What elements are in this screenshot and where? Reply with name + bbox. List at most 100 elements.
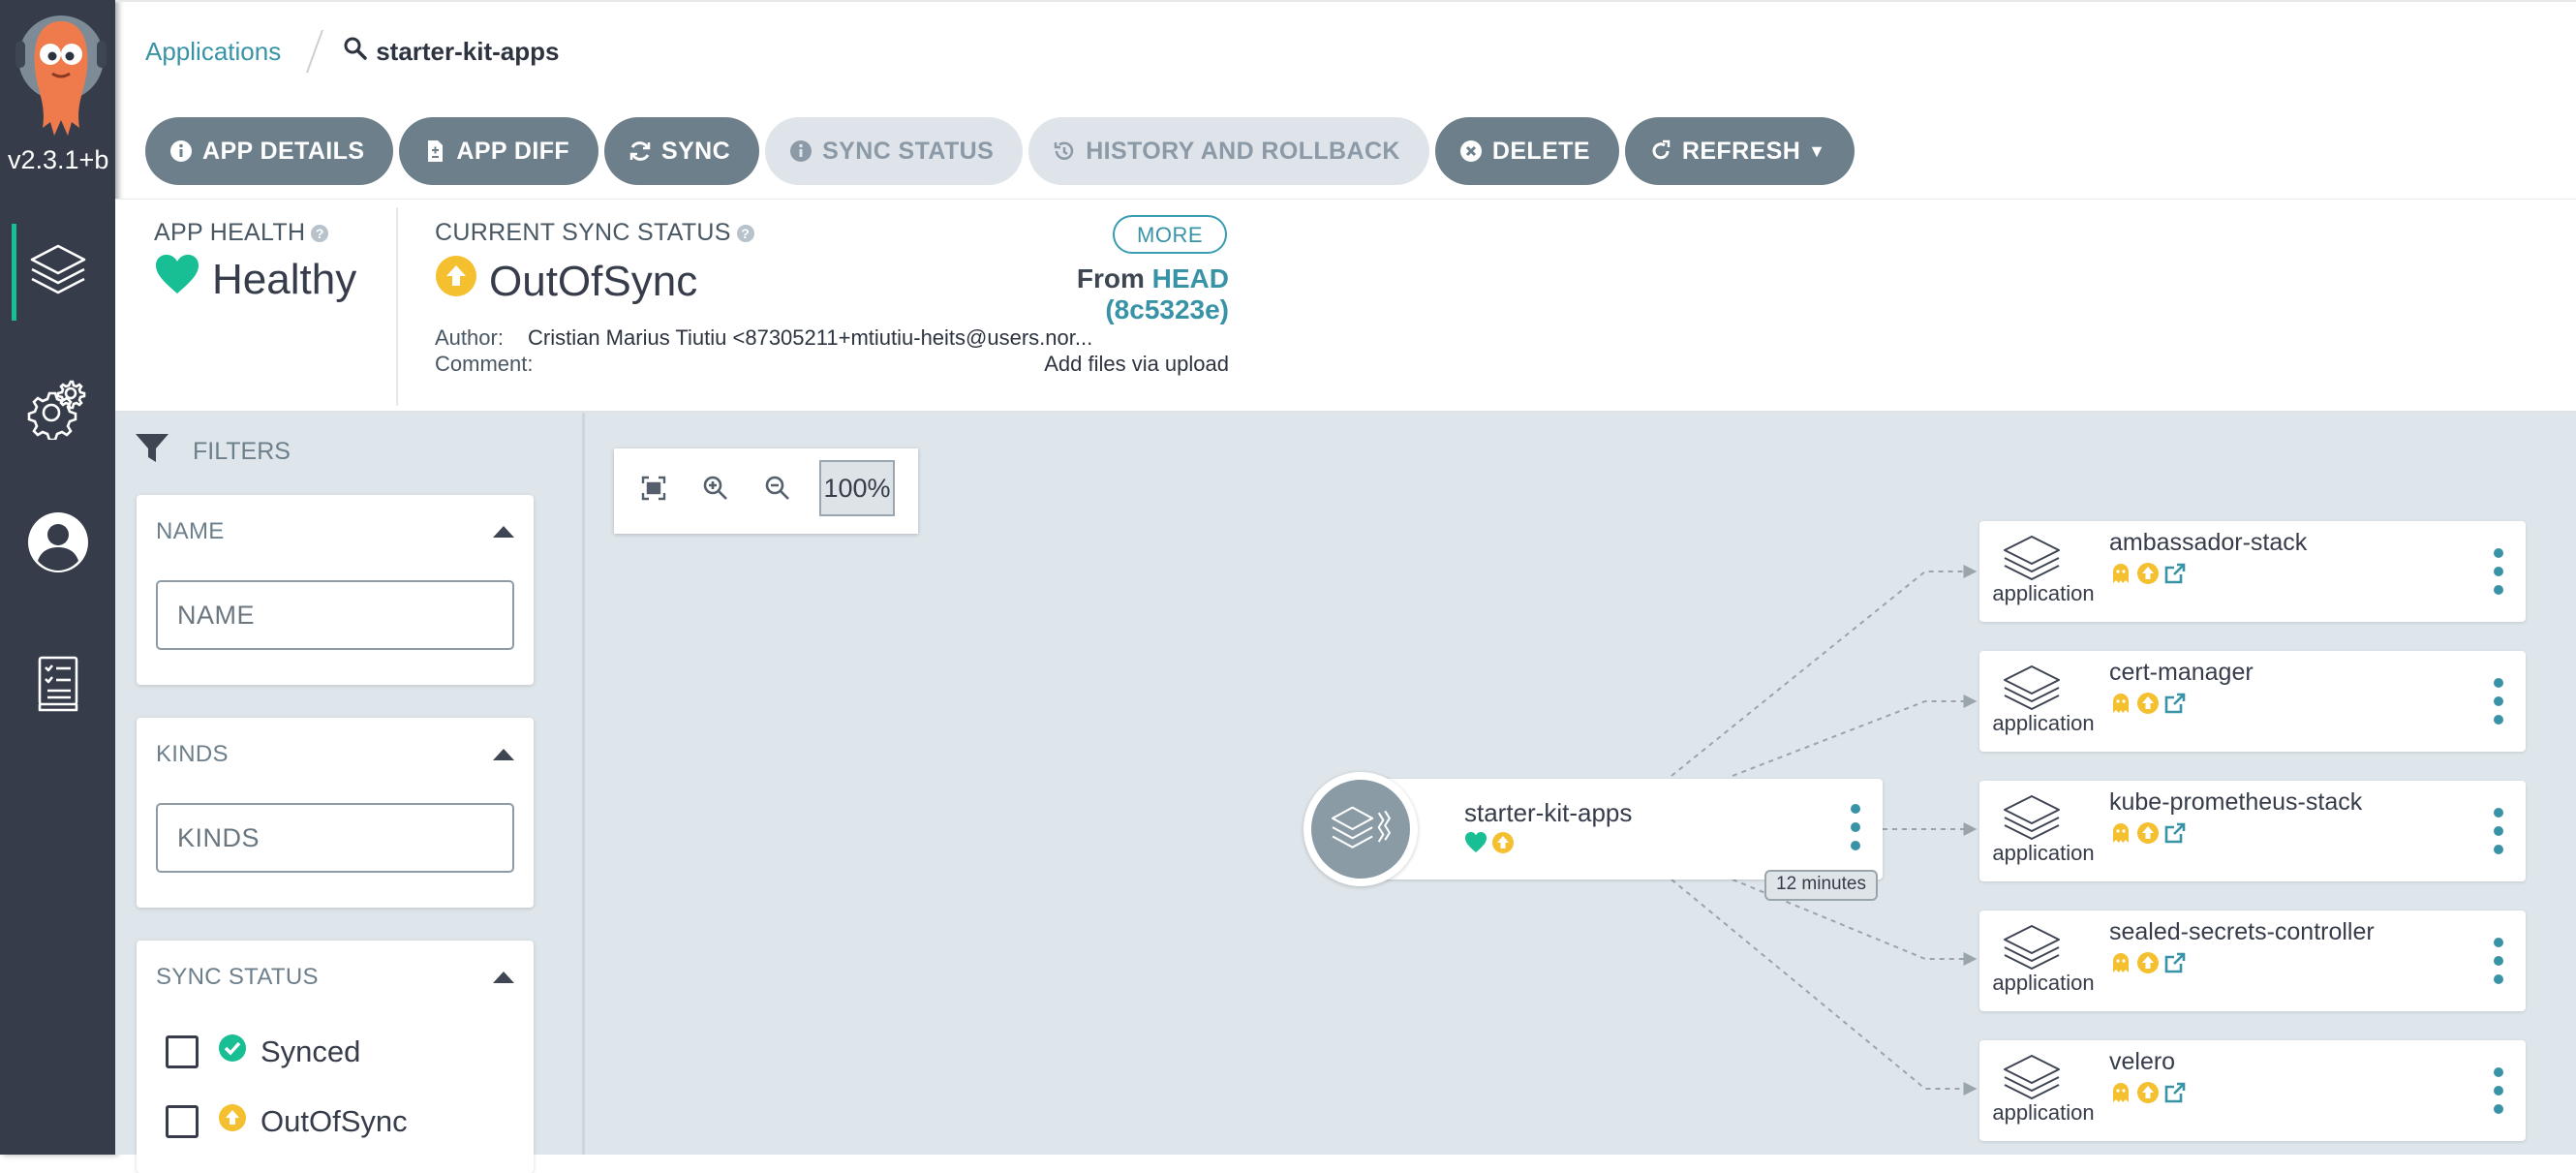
child-app-kind: application — [1992, 841, 2095, 865]
sync-label: SYNC — [661, 137, 731, 165]
resource-tree-canvas[interactable]: 100% starter-kit-apps 12 minutes applica… — [585, 413, 2576, 1155]
left-nav: v2.3.1+b — [0, 0, 115, 1155]
refresh-label: REFRESH — [1681, 137, 1801, 165]
child-app-node[interactable]: application kube-prometheus-stack — [1979, 781, 2526, 881]
outofsync-label: OutOfSync — [261, 1104, 408, 1138]
child-app-menu-button[interactable] — [2494, 808, 2503, 854]
layers-icon — [26, 238, 90, 307]
child-app-node[interactable]: application cert-manager — [1979, 651, 2526, 752]
name-filter-card: NAME — [137, 495, 534, 685]
status-divider — [396, 207, 398, 406]
breadcrumb-current[interactable]: starter-kit-apps — [343, 36, 559, 68]
child-app-menu-button[interactable] — [2494, 1067, 2503, 1114]
author-label: Author: — [435, 325, 504, 350]
history-rollback-label: HISTORY AND ROLLBACK — [1086, 137, 1400, 165]
nav-user-info[interactable] — [0, 491, 115, 598]
child-app-kind: application — [1992, 971, 2095, 995]
sync-button[interactable]: SYNC — [604, 117, 760, 185]
edge-ambassador-stack — [1671, 565, 1978, 777]
name-filter-input[interactable] — [156, 580, 514, 650]
arrow-up-circle-icon — [435, 255, 489, 308]
filter-option-synced[interactable]: Synced — [166, 1034, 360, 1070]
child-app-name: ambassador-stack — [2109, 529, 2308, 556]
child-app-node[interactable]: application velero — [1979, 1040, 2526, 1141]
root-app-node[interactable] — [1303, 772, 1883, 886]
outofsync-checkbox[interactable] — [166, 1105, 199, 1138]
child-app-kind: application — [1992, 581, 2095, 605]
child-app-name: velero — [2109, 1048, 2176, 1075]
child-app-kind: application — [1992, 711, 2095, 735]
child-app-name: kube-prometheus-stack — [2109, 788, 2363, 816]
breadcrumb-separator — [306, 30, 324, 73]
arrow-up-circle-icon — [2137, 1082, 2159, 1103]
history-icon — [1053, 139, 1076, 163]
collapse-caret-icon[interactable] — [493, 749, 514, 760]
nav-documentation[interactable] — [0, 633, 115, 739]
app-health-label: APP HEALTH — [154, 219, 306, 246]
sync-status-button[interactable]: SYNC STATUS — [765, 117, 1024, 185]
sync-status-value: OutOfSync — [489, 257, 698, 305]
app-health-value: Healthy — [212, 255, 357, 303]
arrow-up-circle-icon — [1491, 831, 1515, 859]
info-icon — [169, 139, 193, 163]
child-app-menu-button[interactable] — [2494, 548, 2503, 595]
child-app-status — [2109, 692, 2187, 715]
root-app-card[interactable] — [1371, 779, 1883, 880]
filter-icon — [135, 432, 193, 472]
root-app-name[interactable]: starter-kit-apps — [1464, 798, 1632, 828]
kinds-filter-input[interactable] — [156, 803, 514, 873]
heart-icon — [1464, 831, 1487, 859]
refresh-button[interactable]: REFRESH ▼ — [1624, 117, 1855, 185]
synced-checkbox[interactable] — [166, 1035, 199, 1068]
root-app-icon — [1303, 772, 1418, 886]
app-diff-label: APP DIFF — [456, 137, 570, 165]
search-icon — [343, 36, 376, 68]
author-value: Cristian Marius Tiutiu <87305211+mtiutiu… — [528, 325, 1093, 350]
child-app-kind: application — [1992, 1100, 2095, 1125]
arrow-up-circle-icon — [218, 1103, 261, 1140]
sync-revision: From HEAD (8c5323e) — [958, 263, 1229, 325]
from-label: From — [1076, 263, 1145, 293]
filters-sidebar: FILTERS NAME KINDS SYNC STATUS Synced Ou… — [115, 413, 585, 1173]
comment-label: Comment: — [435, 352, 534, 376]
arrow-up-circle-icon — [2137, 693, 2159, 714]
child-app-node[interactable]: application ambassador-stack — [1979, 521, 2526, 622]
breadcrumb-applications[interactable]: Applications — [145, 37, 281, 67]
root-app-status — [1464, 831, 1515, 859]
app-diff-button[interactable]: APP DIFF — [399, 117, 599, 185]
name-filter-title: NAME — [156, 518, 225, 544]
filter-option-outofsync[interactable]: OutOfSync — [166, 1103, 408, 1140]
root-app-menu-button[interactable] — [1851, 804, 1860, 850]
app-details-label: APP DETAILS — [202, 137, 365, 165]
top-bar: Applications starter-kit-apps — [115, 0, 2576, 101]
child-app-name: sealed-secrets-controller — [2109, 918, 2375, 945]
app-details-button[interactable]: APP DETAILS — [145, 117, 394, 185]
heart-icon — [154, 253, 212, 306]
argo-logo[interactable] — [14, 14, 108, 139]
child-app-status — [2109, 951, 2187, 974]
child-app-node[interactable]: application sealed-secrets-controller — [1979, 911, 2526, 1011]
nav-applications[interactable] — [0, 219, 115, 325]
ghost-icon — [2113, 694, 2129, 713]
app-toolbar: APP DETAILS APP DIFF SYNC SYNC STATUS HI… — [145, 117, 1855, 185]
file-diff-icon — [423, 139, 446, 163]
delete-button[interactable]: DELETE — [1434, 117, 1619, 185]
version-label: v2.3.1+b — [8, 145, 109, 174]
collapse-caret-icon[interactable] — [493, 972, 514, 983]
check-circle-icon — [218, 1034, 261, 1070]
sync-status-heading: CURRENT SYNC STATUS — [435, 219, 731, 246]
history-rollback-button[interactable]: HISTORY AND ROLLBACK — [1028, 117, 1429, 185]
collapse-caret-icon[interactable] — [493, 526, 514, 538]
filters-header[interactable]: FILTERS — [135, 432, 291, 472]
child-app-name: cert-manager — [2109, 659, 2254, 686]
nav-settings[interactable] — [0, 356, 115, 463]
help-icon[interactable]: ? — [736, 224, 754, 242]
more-button[interactable]: MORE — [1113, 215, 1227, 254]
ghost-icon — [2113, 564, 2129, 583]
child-app-menu-button[interactable] — [2494, 678, 2503, 725]
edge-cert-manager — [1732, 695, 1978, 777]
arrow-up-circle-icon — [2137, 952, 2159, 973]
root-app-age-badge: 12 minutes — [1764, 870, 1878, 901]
child-app-menu-button[interactable] — [2494, 938, 2503, 984]
help-icon[interactable]: ? — [311, 224, 329, 242]
